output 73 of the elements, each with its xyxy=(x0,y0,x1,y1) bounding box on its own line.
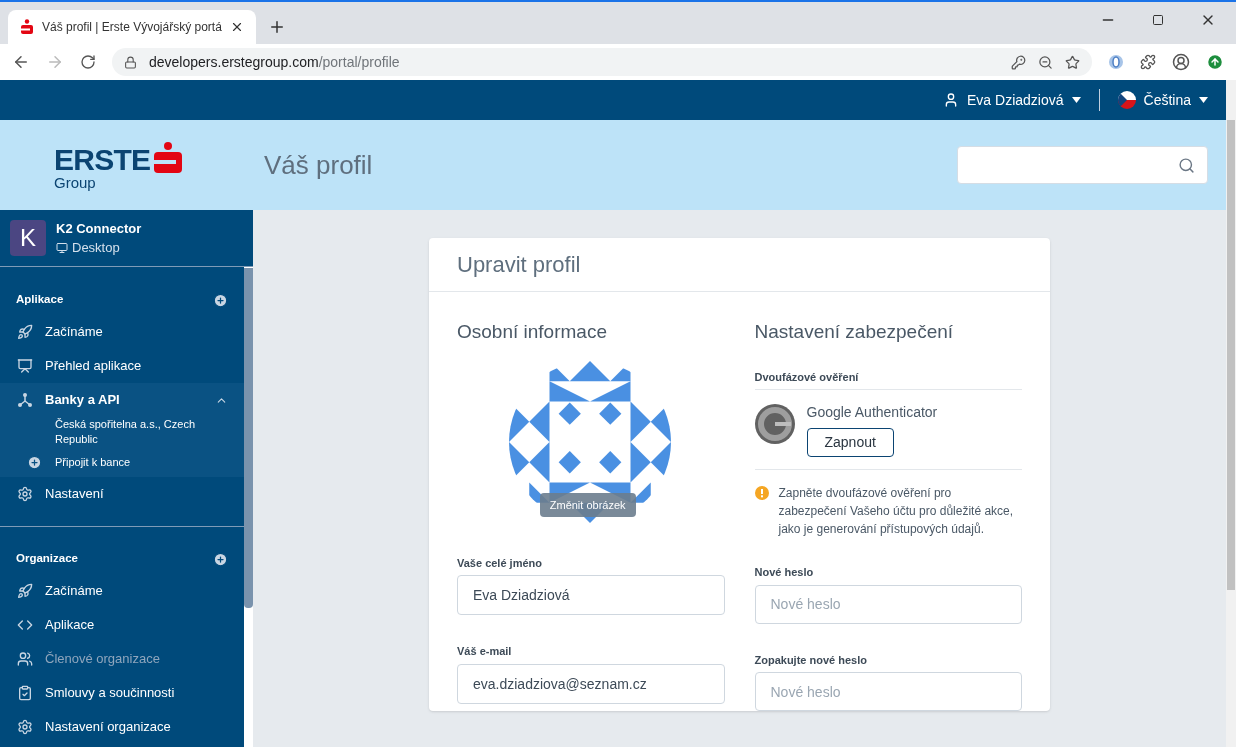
field-label: Vaše celé jméno xyxy=(457,555,543,571)
rocket-icon xyxy=(17,324,33,340)
erste-group-logo[interactable]: ERSTE Group xyxy=(0,140,253,190)
erste-favicon-icon xyxy=(20,19,34,35)
update-icon[interactable] xyxy=(1206,53,1224,71)
text-input[interactable]: Eva Dziadziová xyxy=(457,575,725,615)
back-icon[interactable] xyxy=(12,53,30,71)
desktop-icon xyxy=(56,241,68,254)
nav-item[interactable]: Banky a API xyxy=(0,383,244,417)
flag-icon xyxy=(1117,91,1136,109)
password-input[interactable]: Nové heslo xyxy=(754,584,1022,624)
nav-item[interactable]: Aplikace xyxy=(0,608,244,642)
bookmark-star-icon[interactable] xyxy=(1065,54,1080,70)
subsection-title: Dvoufázové ověření xyxy=(754,368,1022,390)
app-name: K2 Connector xyxy=(56,219,142,238)
chart-screen-icon xyxy=(17,358,33,374)
code-icon xyxy=(17,617,33,633)
lock-icon xyxy=(124,55,137,69)
change-picture-button[interactable]: Změnit obrázek xyxy=(539,492,636,517)
nav-item[interactable]: Nastavení xyxy=(0,477,244,511)
bank-link[interactable]: Česká spořitelna a.s., Czech Republic xyxy=(55,417,228,447)
password-input[interactable]: Nové heslo xyxy=(754,672,1022,711)
field-label: Nové heslo xyxy=(754,565,815,580)
warning-text: Zapněte dvoufázové ověření pro zabezpečení Vašeho účtu pro důležité akce, jako je generování přístupových údajů. xyxy=(778,485,1015,538)
section-title: Organizace xyxy=(16,551,78,567)
settings-icon xyxy=(17,719,33,735)
browser-tab[interactable]: Váš profil | Erste Vývojářský portá xyxy=(8,10,256,44)
add-icon[interactable] xyxy=(213,292,228,308)
page-title: Váš profil xyxy=(264,148,373,182)
warning-icon xyxy=(754,486,769,500)
card-title: Upravit profil xyxy=(457,251,581,279)
reload-icon[interactable] xyxy=(80,54,96,70)
extensions-icon[interactable] xyxy=(1140,54,1156,70)
clipboard-check-icon xyxy=(17,685,33,701)
add-icon[interactable] xyxy=(213,551,228,567)
profile-icon[interactable] xyxy=(1172,53,1190,71)
maximize-icon[interactable] xyxy=(1152,14,1164,26)
field-label: Zopakujte nové heslo xyxy=(754,652,868,668)
section-heading: Nastavení zabezpečení xyxy=(754,320,955,344)
language-menu[interactable]: Čeština xyxy=(1117,89,1208,111)
nav-item[interactable]: Začínáme xyxy=(0,574,244,608)
caret-down-icon xyxy=(1071,97,1081,103)
add-icon[interactable] xyxy=(27,454,42,470)
authenticator-name: Google Authenticator xyxy=(806,403,938,422)
search-icon xyxy=(1178,156,1195,174)
zoom-out-icon[interactable] xyxy=(1038,54,1053,70)
authenticator-logo-icon xyxy=(754,404,795,444)
text-input[interactable]: eva.dziadziova@seznam.cz xyxy=(457,663,725,704)
network-icon xyxy=(17,392,33,408)
enable-button[interactable]: Zapnout xyxy=(806,428,894,457)
section-heading: Osobní informace xyxy=(457,320,608,344)
nav-item[interactable]: Smlouvy a součinnosti xyxy=(0,676,244,710)
section-title: Aplikace xyxy=(16,292,64,308)
sidebar-scrollbar[interactable] xyxy=(244,268,253,608)
caret-down-icon xyxy=(1199,97,1208,103)
tab-title: Váš profil | Erste Vývojářský portá xyxy=(42,19,222,36)
field-label: Váš e-mail xyxy=(457,644,513,659)
page-scrollbar[interactable] xyxy=(1227,120,1235,590)
nav-item[interactable]: Začínáme xyxy=(0,315,244,349)
address-bar[interactable]: developers.erstegroup.com/portal/profile xyxy=(112,48,1092,76)
nav-item[interactable]: Přehled aplikace xyxy=(0,349,244,383)
nav-item[interactable]: Nastavení organizace xyxy=(0,710,244,744)
settings-icon xyxy=(17,486,33,502)
user-menu[interactable]: Eva Dziadziová xyxy=(943,89,1081,111)
people-icon xyxy=(17,651,33,667)
add-bank-link[interactable]: Připojit k bance xyxy=(55,454,131,470)
app-type: Desktop xyxy=(72,239,120,257)
rocket-icon xyxy=(17,583,33,599)
app-avatar: K xyxy=(10,220,46,256)
url-text: developers.erstegroup.com/portal/profile xyxy=(149,52,400,72)
search-field[interactable] xyxy=(957,146,1208,184)
extension-ring-icon[interactable] xyxy=(1108,54,1124,70)
key-icon[interactable] xyxy=(1011,54,1026,70)
